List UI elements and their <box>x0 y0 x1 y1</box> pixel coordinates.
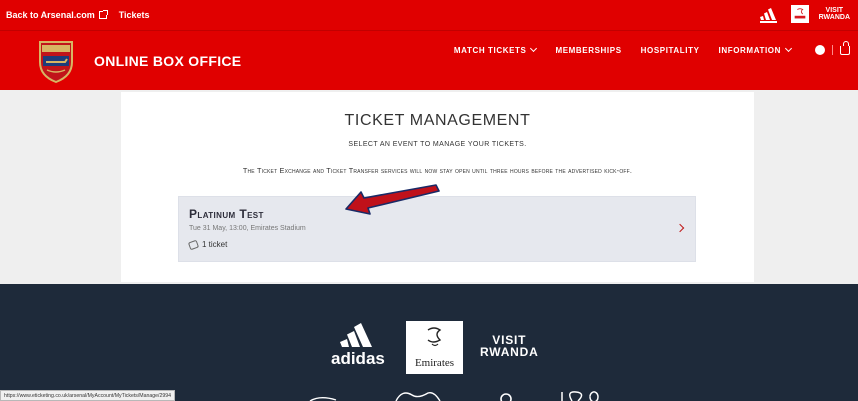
nav-match-tickets[interactable]: MATCH TICKETS <box>453 44 538 55</box>
nav-divider <box>832 45 833 55</box>
adidas-footer-logo-icon[interactable]: adidas <box>330 320 398 368</box>
page-title: TICKET MANAGEMENT <box>344 112 531 129</box>
nav-hospitality[interactable]: HOSPITALITY <box>641 46 700 55</box>
top-sponsors: VISIT RWANDA <box>759 4 850 24</box>
annotation-arrow-icon <box>345 184 440 215</box>
box-office-title: ONLINE BOX OFFICE <box>94 53 242 69</box>
chevron-right-icon[interactable] <box>675 223 685 233</box>
footer-partner-marks-icon <box>309 391 599 401</box>
event-date-venue: Tue 31 May, 13:00, Emirates Stadium <box>189 225 306 232</box>
external-link-icon <box>98 10 108 19</box>
nav-match-tickets-label: MATCH TICKETS <box>453 45 527 55</box>
tickets-link-label: Tickets <box>118 10 150 20</box>
emirates-logo-icon[interactable] <box>790 5 809 23</box>
nav-memberships-label: MEMBERSHIPS <box>555 45 622 55</box>
arsenal-crest-icon[interactable] <box>37 40 75 84</box>
back-to-arsenal-label: Back to Arsenal.com <box>6 10 95 20</box>
ticket-icon <box>187 239 200 250</box>
chevron-down-icon <box>530 44 538 53</box>
site-header: ONLINE BOX OFFICE MATCH TICKETS MEMBERSH… <box>0 30 858 90</box>
chevron-down-icon <box>784 44 793 53</box>
service-notice: The Ticket Exchange and Ticket Transfer … <box>242 166 633 175</box>
nav-information[interactable]: INFORMATION <box>718 44 793 55</box>
back-to-arsenal-link[interactable]: Back to Arsenal.com <box>6 10 108 20</box>
footer-visit-line-2: RWANDA <box>480 345 539 359</box>
account-icon[interactable] <box>815 45 825 55</box>
nav-memberships[interactable]: MEMBERSHIPS <box>555 46 621 55</box>
visit-rwanda-line-1: VISIT <box>825 7 844 14</box>
emirates-footer-logo-icon[interactable]: Emirates <box>406 321 463 374</box>
event-ticket-count: 1 ticket <box>187 239 228 250</box>
basket-icon[interactable] <box>840 40 850 55</box>
ticket-count-label: 1 ticket <box>202 240 228 249</box>
visit-rwanda-line-2: RWANDA <box>818 14 850 21</box>
nav-information-label: INFORMATION <box>718 45 781 55</box>
emirates-wordmark: Emirates <box>415 357 454 369</box>
site-footer: adidas Emirates VISIT RWANDA <box>0 284 858 401</box>
tickets-link[interactable]: Tickets <box>119 10 150 20</box>
visit-rwanda-footer-logo[interactable]: VISIT RWANDA <box>480 334 539 358</box>
page: Back to Arsenal.com Tickets VISIT RWANDA <box>0 0 858 401</box>
visit-rwanda-logo[interactable]: VISIT RWANDA <box>819 7 850 21</box>
top-utility-bar: Back to Arsenal.com Tickets VISIT RWANDA <box>0 0 858 30</box>
main-navigation: MATCH TICKETS MEMBERSHIPS HOSPITALITY IN… <box>435 40 850 55</box>
browser-status-url: https://www.eticketing.co.uk/arsenal/MyA… <box>0 390 176 401</box>
event-name: Platinum Test <box>189 207 264 221</box>
page-subtitle: Select an event to manage your tickets. <box>348 141 527 148</box>
adidas-wordmark: adidas <box>331 349 385 368</box>
adidas-logo-icon[interactable] <box>759 4 781 24</box>
nav-hospitality-label: HOSPITALITY <box>640 45 700 55</box>
